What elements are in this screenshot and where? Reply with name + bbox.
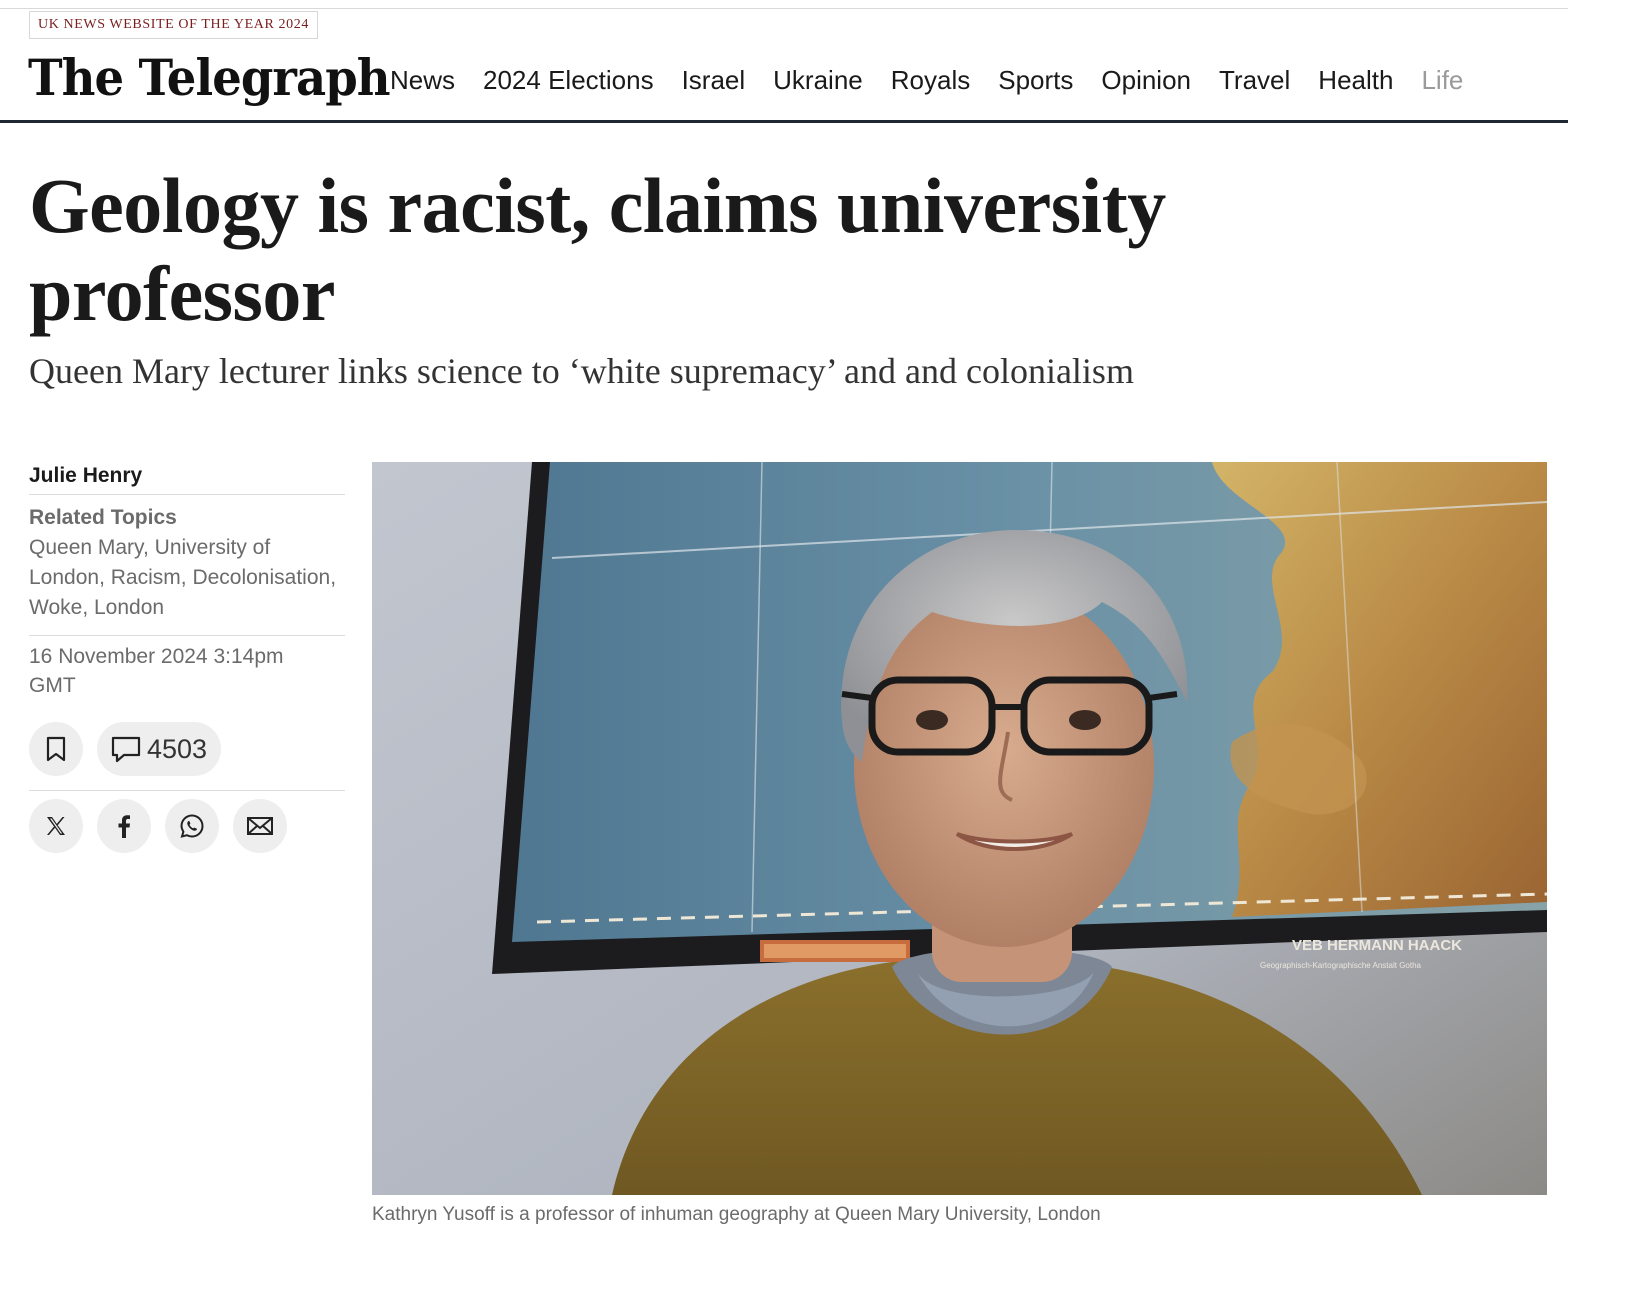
facebook-icon: [118, 815, 130, 838]
whatsapp-icon: [180, 814, 204, 838]
bookmark-icon: [46, 736, 66, 762]
map-label: VEB HERMANN HAACK: [1292, 937, 1462, 954]
nav-travel[interactable]: Travel: [1219, 65, 1290, 96]
nav-life[interactable]: Life: [1421, 65, 1463, 96]
publish-date-time: 16 November 2024 3:14pm: [29, 645, 284, 668]
article-headline: Geology is racist, claims university pro…: [29, 162, 1166, 337]
meta-divider: [29, 790, 345, 791]
meta-divider: [29, 494, 345, 495]
header-divider: [0, 120, 1568, 123]
telegraph-logo[interactable]: The Telegraph: [28, 46, 391, 110]
article-standfirst: Queen Mary lecturer links science to ‘wh…: [29, 351, 1134, 391]
topic-separator: ,: [180, 566, 193, 589]
topic-separator: ,: [82, 596, 94, 619]
topic-link[interactable]: Decolonisation: [192, 566, 330, 589]
main-nav: News 2024 Elections Israel Ukraine Royal…: [390, 58, 1491, 102]
related-topics-title: Related Topics: [29, 506, 177, 529]
nav-royals[interactable]: Royals: [891, 65, 970, 96]
award-text: UK NEWS WEBSITE OF THE YEAR 2024: [38, 17, 309, 32]
comment-icon: [111, 736, 141, 763]
image-caption: Kathryn Yusoff is a professor of inhuman…: [372, 1204, 1101, 1225]
topic-link[interactable]: London: [94, 596, 164, 619]
nav-2024-elections[interactable]: 2024 Elections: [483, 65, 654, 96]
email-icon: [247, 817, 273, 835]
share-x-button[interactable]: [29, 799, 83, 853]
map-sublabel: Geographisch-Kartographische Anstalt Got…: [1260, 961, 1422, 970]
related-topics-list: Queen Mary, University of London, Racism…: [29, 533, 345, 623]
comments-button[interactable]: 4503: [97, 722, 222, 776]
publish-date: 16 November 2024 3:14pm GMT: [29, 642, 345, 700]
article-lead-image[interactable]: VEB HERMANN HAACK Geographisch-Kartograp…: [372, 462, 1547, 1195]
topic-link[interactable]: Racism: [111, 566, 181, 589]
comment-count: 4503: [147, 733, 208, 764]
nav-news[interactable]: News: [390, 65, 455, 96]
nav-opinion[interactable]: Opinion: [1101, 65, 1191, 96]
publish-timezone: GMT: [29, 674, 76, 697]
meta-divider: [29, 635, 345, 636]
share-buttons: [29, 799, 345, 853]
share-facebook-button[interactable]: [97, 799, 151, 853]
lead-photo-illustration: VEB HERMANN HAACK Geographisch-Kartograp…: [372, 462, 1547, 1195]
nav-ukraine[interactable]: Ukraine: [773, 65, 863, 96]
bookmark-button[interactable]: [29, 722, 83, 776]
top-divider: [0, 8, 1568, 9]
topic-separator: ,: [99, 566, 111, 589]
nav-israel[interactable]: Israel: [682, 65, 746, 96]
x-icon: [47, 817, 65, 835]
award-badge: UK NEWS WEBSITE OF THE YEAR 2024: [29, 11, 318, 39]
topic-separator: ,: [330, 566, 337, 589]
nav-sports[interactable]: Sports: [998, 65, 1073, 96]
article-meta-sidebar: Julie Henry Related Topics Queen Mary, U…: [29, 458, 345, 853]
author-name[interactable]: Julie Henry: [29, 458, 345, 494]
article-actions: 4503: [29, 722, 345, 776]
share-whatsapp-button[interactable]: [165, 799, 219, 853]
share-email-button[interactable]: [233, 799, 287, 853]
topic-link[interactable]: Woke: [29, 596, 82, 619]
nav-health[interactable]: Health: [1318, 65, 1393, 96]
